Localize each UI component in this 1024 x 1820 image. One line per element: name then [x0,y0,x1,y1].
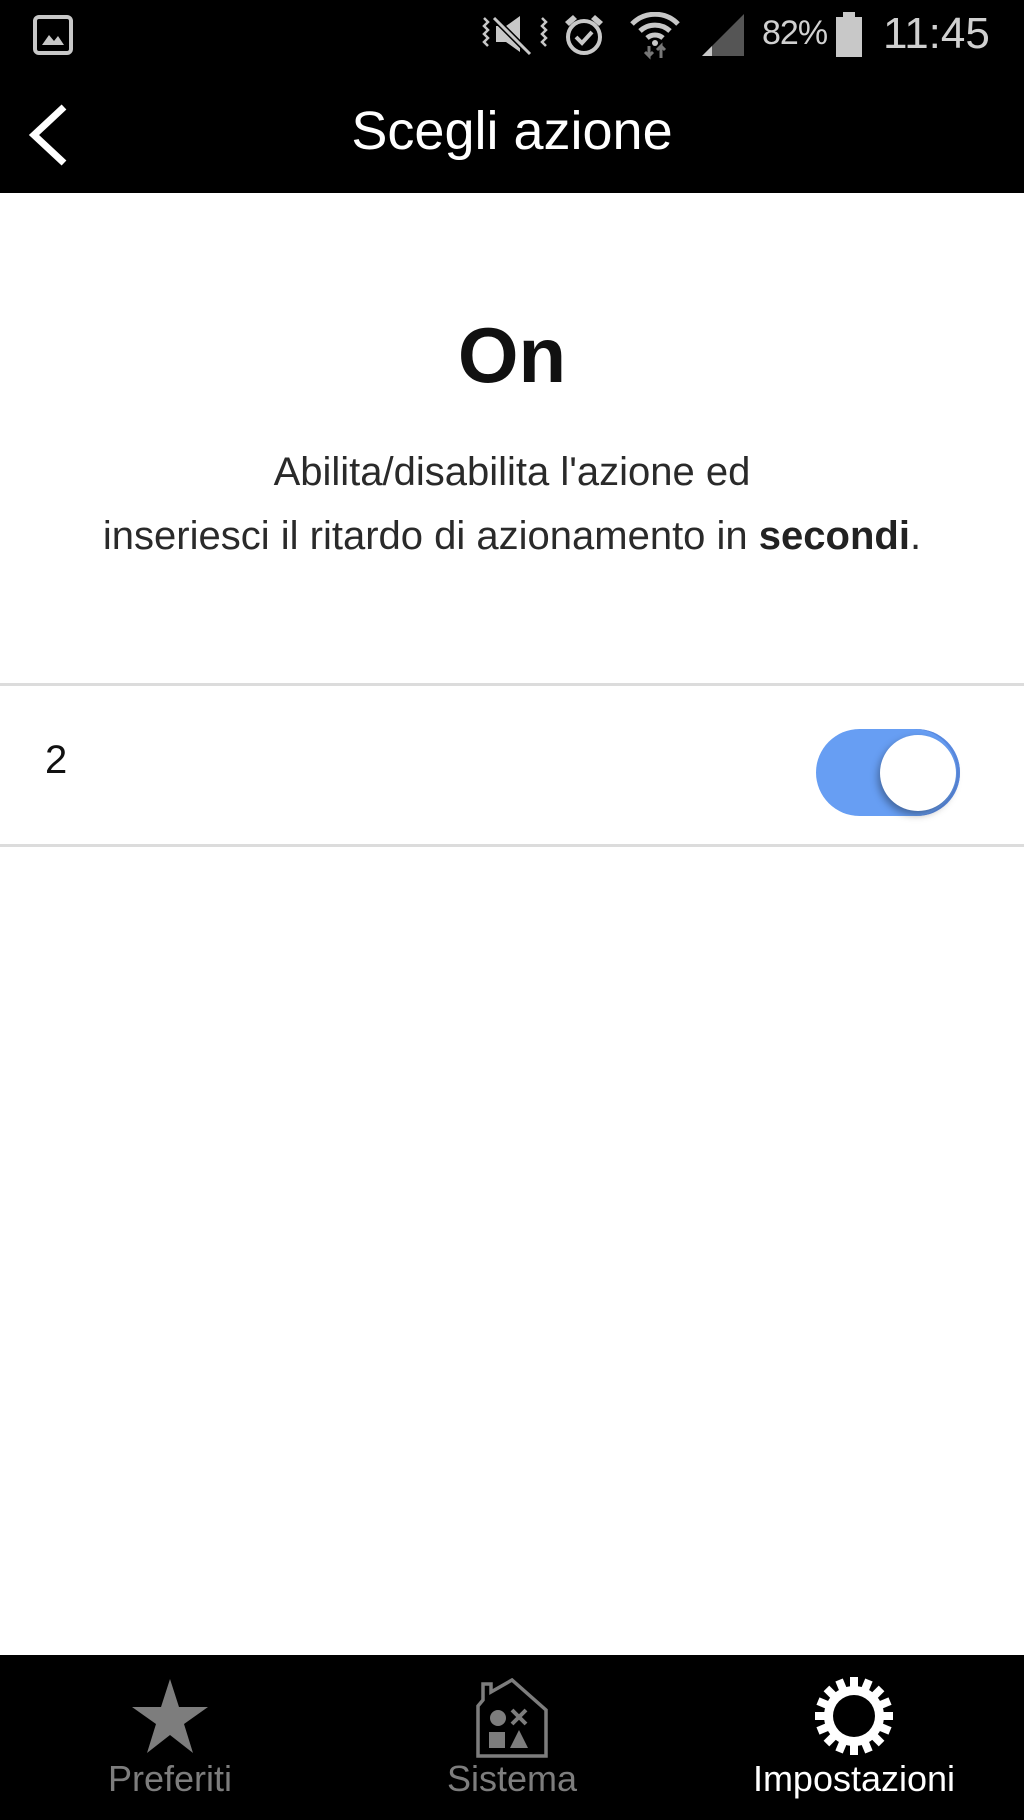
action-row: 2 [0,686,1024,844]
page-title: Scegli azione [351,101,673,161]
battery-icon [834,12,864,63]
action-heading: On [457,311,567,399]
tab-preferiti[interactable]: Preferiti [0,1655,340,1820]
description-line-1: Abilita/disabilita l'azione ed [273,450,751,494]
description-unit: secondi [758,514,910,558]
tab-impostazioni[interactable]: Impostazioni [684,1655,1024,1820]
cellular-signal-icon [698,12,746,63]
bottom-tab-bar: Preferiti Sistema Impostazioni [0,1655,1024,1820]
vibrate-mute-icon [480,12,550,61]
tab-sistema[interactable]: Sistema [342,1655,682,1820]
description-text: inseriesci il ritardo di azionamento in [102,514,759,558]
toggle-knob [880,735,956,811]
status-bar: 82% 11:45 [0,0,1024,70]
app-bar: Scegli azione [0,70,1024,193]
gear-icon [814,1676,894,1761]
star-icon [130,1677,210,1762]
alarm-icon [562,12,606,63]
wifi-data-icon [630,11,680,65]
tab-label: Preferiti [107,1758,233,1799]
description-period: . [909,514,922,558]
battery-percent: 82% [762,14,828,52]
delay-value[interactable]: 2 [45,738,67,783]
gallery-notification-icon [33,15,73,60]
house-icon [475,1677,549,1763]
description-line-2: inseriesci il ritardo di azionamento in … [0,504,1024,568]
tab-label: Impostazioni [752,1758,956,1799]
divider-bottom [0,844,1024,847]
enable-toggle[interactable] [816,729,960,816]
action-description: Abilita/disabilita l'azione ed inseriesc… [0,440,1024,568]
tab-label: Sistema [446,1758,578,1799]
clock: 11:45 [883,9,990,58]
